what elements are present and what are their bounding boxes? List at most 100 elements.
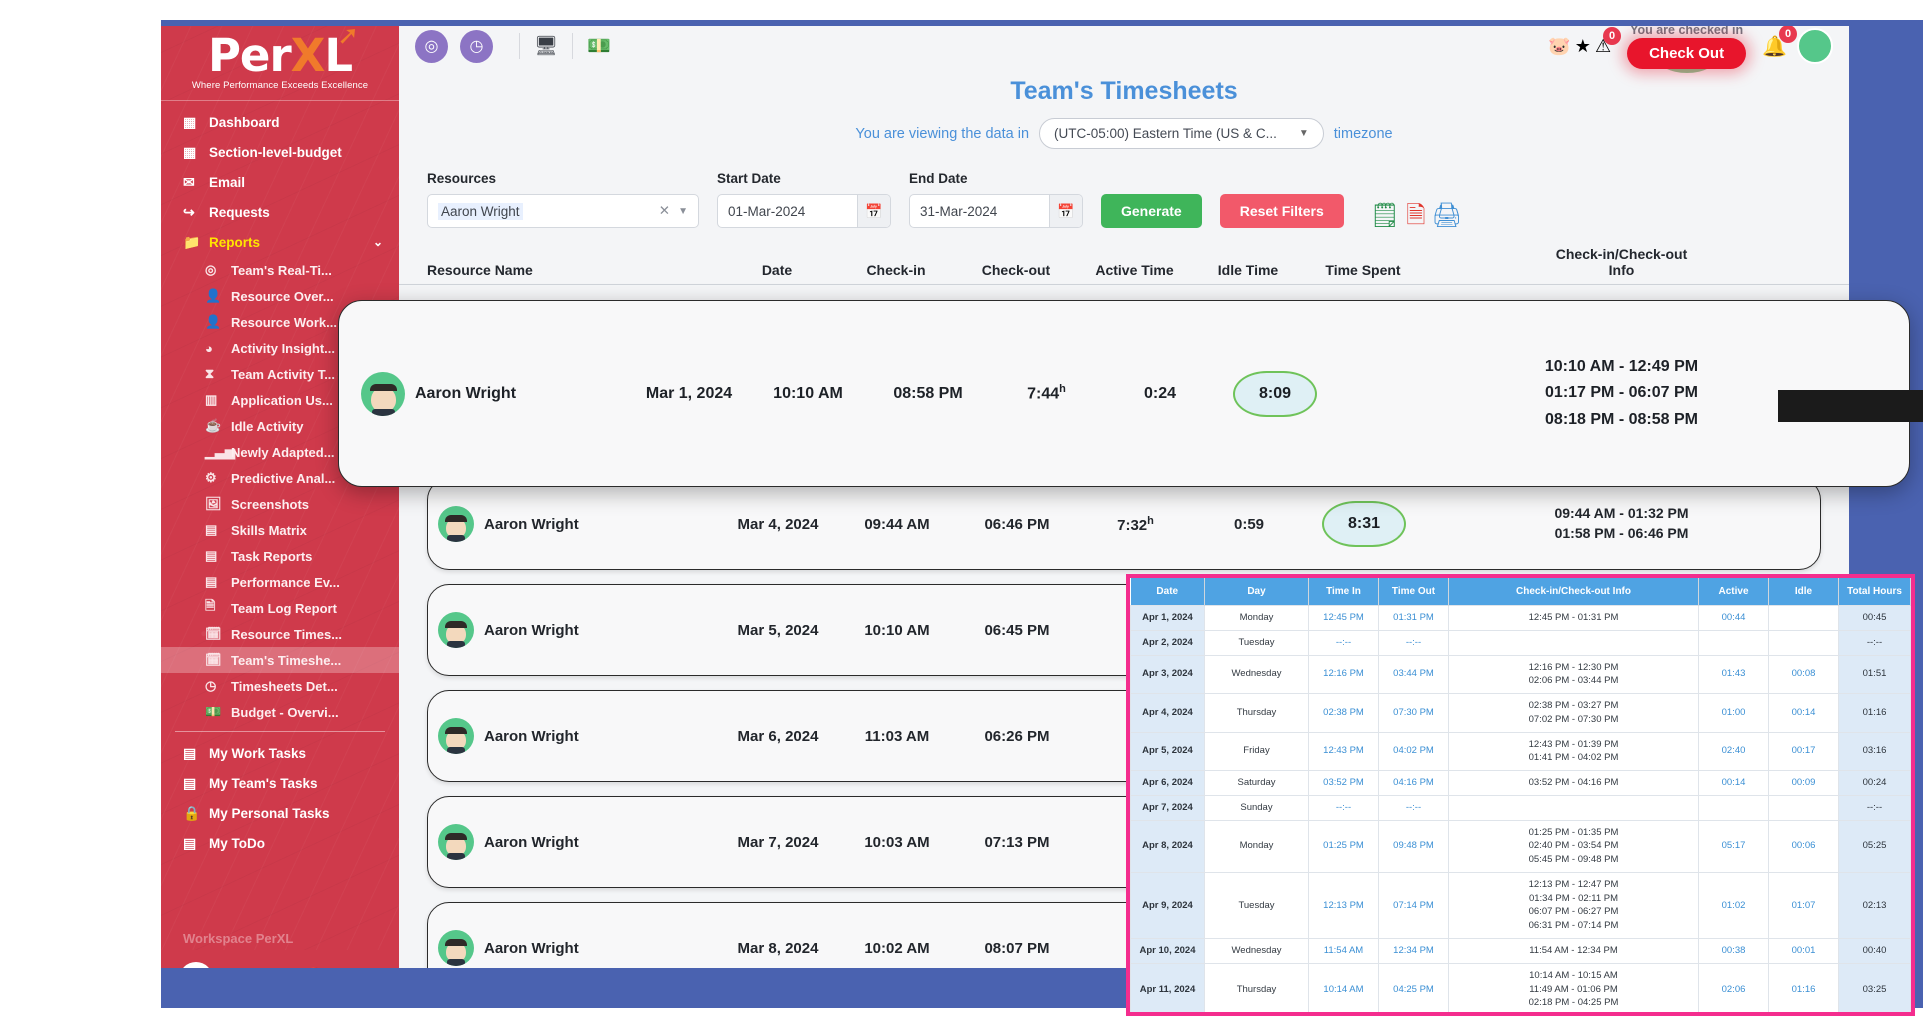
bell-icon[interactable]: 🔔 0 [1762, 24, 1797, 59]
sidebar-item-skills-matrix[interactable]: ▤ Skills Matrix [161, 517, 399, 543]
alert-triangle-icon[interactable]: ⚠ 0 [1595, 26, 1622, 57]
sidebar-item-teams-real-time[interactable]: ◎ Team's Real-Ti... [161, 257, 399, 283]
top-toolbar: ◎ ◷ 🖥 💵 🐷 ★ ⚠ 0 You are checked in Check… [399, 23, 1849, 69]
detail-table-row[interactable]: Apr 11, 2024 Thursday 10:14 AM 04:25 PM 10:1… [1130, 962, 1911, 1012]
checkin-status-block: You are checked in Check Out [1627, 23, 1747, 69]
sidebar-item-label: Requests [209, 204, 270, 220]
detail-table-row[interactable]: Apr 6, 2024 Saturday 03:52 PM 04:16 PM 03:52… [1130, 770, 1911, 796]
print-icon[interactable]: 🖨 [1432, 204, 1462, 228]
sidebar-item-label: Email [209, 174, 246, 190]
sidebar-item-team-log-report[interactable]: 🗎 Team Log Report [161, 595, 399, 621]
detail-table-row[interactable]: Apr 10, 2024 Wednesday 11:54 AM 12:34 PM 11:… [1130, 938, 1911, 964]
piggy-bank-icon[interactable]: 🐷 [1548, 36, 1570, 57]
pdf-icon[interactable]: 🗎 [1406, 204, 1425, 228]
star-icon[interactable]: ★ [1575, 36, 1591, 57]
cell-date: Mar 8, 2024 [737, 939, 819, 957]
sidebar-item-task-reports[interactable]: ▤ Task Reports [161, 543, 399, 569]
clear-icon[interactable]: ✕ [659, 203, 678, 219]
sidebar-item-label: Reports [209, 234, 261, 250]
detail-table-row[interactable]: Apr 7, 2024 Sunday --:-- --:-- --:-- [1130, 794, 1911, 821]
timesheet-detail-overlay: Date Day Time In Time Out Check-in/Check… [1126, 574, 1915, 1016]
sidebar-item-performance-evaluation[interactable]: ▤ Performance Ev... [161, 569, 399, 595]
sidebar-item-my-personal-tasks[interactable]: 🔒 My Personal Tasks [161, 798, 399, 828]
detail-table-row[interactable]: Apr 5, 2024 Friday 12:43 PM 04:02 PM 12:43 P… [1130, 731, 1911, 772]
detail-table-row[interactable]: Apr 3, 2024 Wednesday 12:16 PM 03:44 PM 12:1… [1130, 654, 1911, 695]
generate-button[interactable]: Generate [1101, 194, 1202, 228]
money-icon[interactable]: 💵 [587, 34, 611, 58]
sidebar-item-requests[interactable]: ↪ Requests [161, 197, 399, 227]
timezone-select[interactable]: (UTC-05:00) Eastern Time (US & C... ▼ [1039, 118, 1324, 149]
sidebar-item-teams-timesheets[interactable]: 🗓 Team's Timeshe... [161, 647, 399, 673]
detail-cell-date: Apr 2, 2024 [1130, 629, 1205, 656]
info-line: 01:58 PM - 06:46 PM [1554, 525, 1689, 541]
sidebar-item-email[interactable]: ✉ Email [161, 167, 399, 197]
cell-resource-name: Aaron Wright [428, 930, 718, 966]
resource-name-text: Aaron Wright [484, 939, 579, 957]
sidebar-item-label: Dashboard [209, 114, 280, 130]
app-logo[interactable]: PerXL ➚ Where Performance Exceeds Excell… [161, 23, 399, 101]
detail-cell-total-hours: 03:25 [1838, 962, 1911, 1012]
signal-bars-icon: ▁▃▅ [205, 444, 235, 459]
end-date-input[interactable]: 31-Mar-2024 📅 [909, 194, 1083, 228]
sidebar-item-my-teams-tasks[interactable]: ▤ My Team's Tasks [161, 768, 399, 798]
sidebar-item-resource-timesheets[interactable]: 🗓 Resource Times... [161, 621, 399, 647]
sidebar-item-budget-overview[interactable]: 💵 Budget - Overvi... [161, 699, 399, 725]
sidebar-item-label: Activity Insight... [231, 340, 336, 356]
clock-icon[interactable]: ◷ [460, 29, 493, 63]
sidebar-item-label: Predictive Anal... [231, 470, 336, 486]
cell-checkin: 10:10 AM [773, 384, 843, 402]
sidebar-item-my-work-tasks[interactable]: ▤ My Work Tasks [161, 738, 399, 768]
detail-column-header-active: Active [1698, 578, 1769, 606]
avatar [438, 612, 474, 648]
detail-cell-time-in: 11:54 AM [1308, 938, 1379, 964]
active-time-value: 7:44 [1027, 385, 1060, 403]
eye-icon[interactable]: ◎ [415, 29, 448, 63]
calendar-icon[interactable]: 📅 [1049, 195, 1082, 227]
calendar-icon[interactable]: 📅 [857, 195, 890, 227]
excel-icon[interactable]: 🗒 [1370, 204, 1400, 228]
column-header-info-line2: Info [1608, 262, 1635, 278]
detail-cell-date: Apr 3, 2024 [1130, 654, 1205, 695]
reset-filters-button[interactable]: Reset Filters [1219, 194, 1344, 228]
sidebar-item-screenshots[interactable]: 🖼 Screenshots [161, 491, 399, 517]
highlighted-table-row[interactable]: Aaron Wright Mar 1, 2024 10:10 AM 08:58 … [338, 300, 1910, 487]
column-header-resource-name: Resource Name [427, 262, 533, 278]
sidebar-item-my-todo[interactable]: ▤ My ToDo [161, 828, 399, 858]
user-avatar[interactable] [1797, 28, 1833, 64]
detail-table-row[interactable]: Apr 8, 2024 Monday 01:25 PM 09:48 PM 01:25 P… [1130, 819, 1911, 873]
presentation-icon[interactable]: 🖥 [534, 34, 558, 58]
logo-per: Per [207, 28, 292, 82]
list-rows-icon: ▤ [205, 548, 218, 563]
detail-cell-time-out: 12:34 PM [1378, 938, 1449, 964]
arrow-up-icon: ➚ [337, 23, 359, 51]
table-row[interactable]: Aaron Wright Mar 4, 2024 09:44 AM 06:46 … [427, 478, 1821, 570]
detail-cell-date: Apr 1, 2024 [1130, 605, 1205, 631]
cell-resource-name: Aaron Wright [339, 371, 629, 416]
sidebar-item-reports[interactable]: 📁 Reports ⌄ [161, 227, 399, 257]
detail-cell-day: Thursday [1204, 693, 1309, 733]
detail-table-row[interactable]: Apr 1, 2024 Monday 12:45 PM 01:31 PM 12:45 P… [1130, 605, 1911, 631]
resources-select[interactable]: Aaron Wright ✕ ▼ [427, 194, 699, 228]
sidebar-item-label: Timesheets Det... [231, 678, 338, 694]
start-date-label: Start Date [717, 171, 781, 186]
sidebar-item-timesheets-details[interactable]: ◷ Timesheets Det... [161, 673, 399, 699]
start-date-input[interactable]: 01-Mar-2024 📅 [717, 194, 891, 228]
sidebar-item-section-level-budget[interactable]: ▦ Section-level-budget [161, 137, 399, 167]
detail-cell-date: Apr 6, 2024 [1130, 770, 1205, 796]
cell-time-spent: 8:09 [1216, 370, 1334, 417]
detail-table-row[interactable]: Apr 4, 2024 Thursday 02:38 PM 07:30 PM 02:38… [1130, 693, 1911, 733]
detail-cell-time-out: --:-- [1378, 629, 1449, 656]
detail-column-header-time-out: Time Out [1378, 578, 1449, 606]
detail-cell-total-hours: 03:16 [1838, 731, 1911, 772]
toolbar-divider [572, 33, 574, 59]
detail-table-row[interactable]: Apr 9, 2024 Tuesday 12:13 PM 07:14 PM 12:13 … [1130, 871, 1911, 940]
chevron-down-icon[interactable]: ▼ [678, 206, 688, 217]
detail-cell-time-in: 12:45 PM [1308, 605, 1379, 631]
gears-icon: ⚙ [205, 470, 217, 485]
check-out-button[interactable]: Check Out [1627, 38, 1747, 69]
detail-cell-active: 02:06 [1698, 962, 1769, 1012]
detail-cell-info: 11:54 AM - 12:34 PM [1448, 938, 1699, 964]
detail-table-row[interactable]: Apr 2, 2024 Tuesday --:-- --:-- --:-- [1130, 629, 1911, 656]
detail-cell-idle: 00:14 [1768, 693, 1839, 733]
sidebar-item-dashboard[interactable]: ▦ Dashboard [161, 107, 399, 137]
